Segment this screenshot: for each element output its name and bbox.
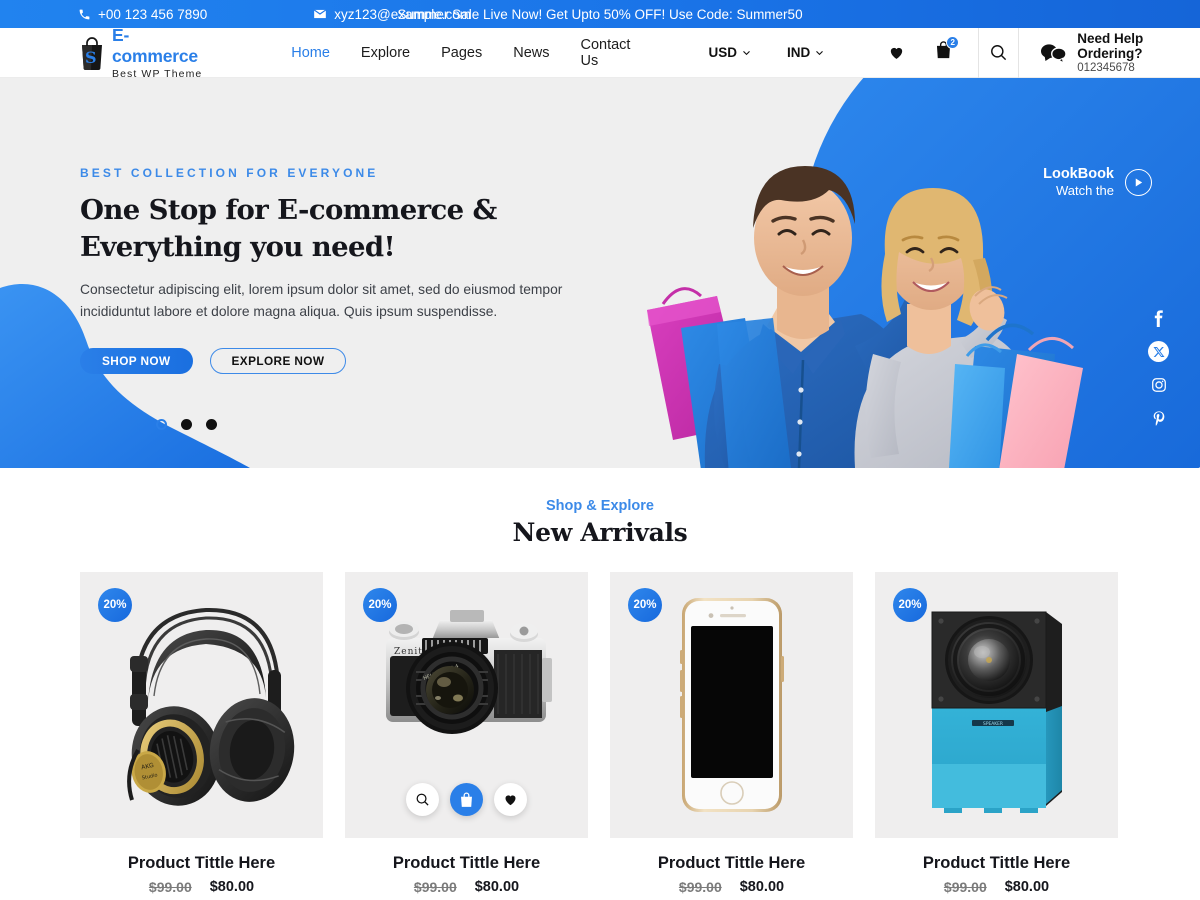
nav-item-pages[interactable]: Pages: [441, 45, 482, 61]
product-card[interactable]: 20%: [875, 572, 1118, 895]
logo-wordmark: E-commerce: [112, 25, 205, 67]
product-grid: 20% AKG Studio Product Tittle Here $99.0…: [80, 572, 1120, 895]
product-image-camera: 20% Zenit-E: [345, 572, 588, 838]
phone-icon: [78, 8, 91, 21]
site-logo[interactable]: S E-commerce Best WP Theme: [78, 25, 205, 80]
product-image-headphones: 20% AKG Studio: [80, 572, 323, 838]
product-old-price: $99.00: [413, 879, 457, 895]
help-title: Need Help Ordering?: [1077, 31, 1144, 61]
page-root: +00 123 456 7890 xyz123@example.com Summ…: [0, 0, 1200, 900]
product-old-price: $99.00: [148, 879, 192, 895]
cart-button[interactable]: 2: [935, 36, 960, 64]
currency-label: USD: [708, 45, 737, 60]
speaker-illustration: SPEAKER: [931, 611, 1062, 813]
logo-wordmark-blue: E-commerce: [112, 25, 198, 66]
product-card[interactable]: 20%: [345, 572, 588, 895]
product-old-price: $99.00: [943, 879, 987, 895]
envelope-icon: [313, 7, 327, 21]
smartphone-illustration: [679, 598, 784, 812]
quick-view-search-icon[interactable]: [406, 783, 439, 816]
country-selector[interactable]: IND: [787, 45, 824, 60]
discount-badge: 20%: [628, 588, 662, 622]
topbar-phone-text: +00 123 456 7890: [98, 6, 208, 22]
cart-count-badge: 2: [946, 36, 960, 49]
svg-text:SPEAKER: SPEAKER: [983, 721, 1003, 727]
product-prices: $99.00 $80.00: [610, 879, 853, 895]
product-image-speaker: 20% SPEAKER: [875, 572, 1118, 838]
x-twitter-icon[interactable]: [1148, 341, 1169, 362]
camera-illustration: Zenit-E: [386, 610, 552, 734]
hero-eyebrow: BEST COLLECTION FOR EVERYONE: [80, 166, 379, 180]
nav-item-home[interactable]: Home: [291, 45, 330, 61]
lookbook-title: LookBook: [1043, 166, 1114, 182]
product-old-price: $99.00: [678, 879, 722, 895]
product-prices: $99.00 $80.00: [345, 879, 588, 895]
product-card[interactable]: 20%: [80, 572, 323, 895]
nav-item-contact-us[interactable]: Contact Us: [580, 37, 630, 69]
chat-bubbles-icon: [1041, 43, 1067, 63]
product-title: Product Tittle Here: [392, 854, 541, 872]
help-phone: 012345678: [1077, 62, 1135, 74]
topbar-promo-text: Summer Sale Live Now! Get Upto 50% OFF! …: [397, 6, 803, 22]
shop-now-button[interactable]: SHOP NOW: [80, 347, 193, 374]
carousel-dot-2[interactable]: [181, 419, 192, 430]
discount-badge: 20%: [98, 588, 132, 622]
top-announcement-bar: +00 123 456 7890 xyz123@example.com Summ…: [0, 0, 1200, 28]
product-prices: $99.00 $80.00: [80, 879, 323, 895]
header-action-icons: 2: [888, 36, 960, 64]
hero-couple-photo: [647, 166, 1083, 468]
search-button[interactable]: [978, 27, 1020, 78]
svg-text:S: S: [85, 48, 97, 67]
locale-selectors: USD IND: [708, 45, 824, 60]
add-to-cart-icon[interactable]: [450, 783, 483, 816]
new-arrivals-section: Shop & Explore New Arrivals 20% AKG Stud…: [0, 468, 1200, 895]
product-title: Product Tittle Here: [127, 854, 276, 872]
pinterest-icon[interactable]: [1149, 408, 1169, 428]
chevron-down-icon: [815, 48, 824, 57]
section-title: New Arrivals: [512, 518, 688, 547]
explore-now-button[interactable]: EXPLORE NOW: [209, 347, 347, 374]
add-to-wishlist-icon[interactable]: [494, 783, 527, 816]
hero-paragraph: Consectetur adipiscing elit, lorem ipsum…: [80, 282, 563, 320]
product-title: Product Tittle Here: [657, 854, 806, 872]
wishlist-heart-icon[interactable]: [888, 44, 905, 61]
carousel-dot-1[interactable]: [156, 419, 167, 430]
shopping-bag-logo-icon: S: [78, 36, 106, 70]
site-header: S E-commerce Best WP Theme Home Explore …: [0, 25, 1200, 80]
headphones-illustration: AKG Studio: [126, 607, 294, 806]
chevron-down-icon: [742, 48, 751, 57]
country-label: IND: [786, 45, 811, 60]
carousel-dot-3[interactable]: [206, 419, 217, 430]
product-new-price: $80.00: [209, 879, 255, 895]
product-hover-actions: [345, 783, 588, 816]
section-subtitle: Shop & Explore: [546, 498, 654, 514]
search-icon: [989, 43, 1008, 62]
hero-heading: One Stop for E-commerce & Everything you…: [80, 194, 497, 263]
play-button-icon[interactable]: [1125, 168, 1152, 196]
product-title: Product Tittle Here: [922, 854, 1071, 872]
facebook-icon[interactable]: [1149, 308, 1169, 328]
hero-carousel: BEST COLLECTION FOR EVERYONE One Stop fo…: [0, 78, 1200, 468]
currency-selector[interactable]: USD: [708, 45, 751, 60]
nav-item-news[interactable]: News: [513, 45, 549, 61]
nav-item-explore[interactable]: Explore: [361, 45, 410, 61]
discount-badge: 20%: [363, 588, 397, 622]
product-image-smartphone: 20%: [610, 572, 853, 838]
main-nav: Home Explore Pages News Contact Us: [291, 37, 630, 69]
product-new-price: $80.00: [1004, 879, 1050, 895]
product-card[interactable]: 20%: [610, 572, 853, 895]
lookbook-watch-link[interactable]: LookBook Watch the: [1043, 166, 1152, 199]
hero-copy-block: BEST COLLECTION FOR EVERYONE One Stop fo…: [80, 166, 580, 374]
topbar-phone[interactable]: +00 123 456 7890: [78, 7, 207, 22]
social-links: [1148, 308, 1169, 428]
instagram-icon[interactable]: [1149, 375, 1169, 395]
discount-badge: 20%: [893, 588, 927, 622]
product-new-price: $80.00: [474, 879, 520, 895]
lookbook-subtitle: Watch the: [1055, 183, 1114, 199]
product-new-price: $80.00: [739, 879, 785, 895]
product-prices: $99.00 $80.00: [875, 879, 1118, 895]
hero-cta-group: SHOP NOW EXPLORE NOW: [80, 347, 580, 374]
need-help-block[interactable]: Need Help Ordering? 012345678: [1041, 31, 1200, 74]
carousel-dots: [156, 419, 217, 430]
